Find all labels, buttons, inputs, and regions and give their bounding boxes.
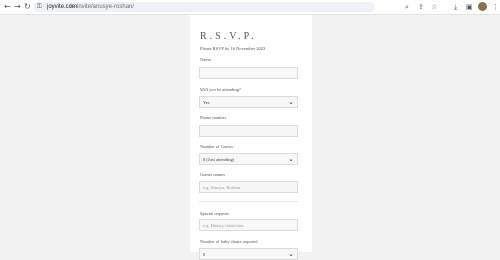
download-icon[interactable]: ⤓ (454, 2, 457, 12)
arrow-right-icon[interactable]: → (14, 2, 21, 12)
page-content: R.S.V.P. Please RSVP by 16 November 2023… (0, 15, 500, 260)
attending-select[interactable]: Yes ⌄ (199, 96, 298, 108)
special-requests-input[interactable]: e.g. Dietary restriction (199, 219, 298, 231)
name-label: Name (200, 57, 211, 62)
star-icon[interactable]: ☆ (431, 2, 437, 12)
special-requests-placeholder: e.g. Dietary restriction (203, 223, 244, 228)
guests-count-label: Number of Guests : (200, 144, 236, 149)
baby-chairs-value: 0 (203, 252, 206, 257)
rsvp-deadline: Please RSVP by 16 November 2023 (200, 46, 266, 51)
lock-icon[interactable]: ⚿ (37, 3, 42, 11)
guests-count-select[interactable]: 0 (Just attending) ⌄ (199, 153, 298, 165)
search-icon[interactable]: ⌕ (405, 2, 409, 12)
guest-names-label: Guests names (200, 172, 225, 177)
reload-icon[interactable]: ↻ (24, 2, 31, 12)
chevron-down-icon: ⌄ (288, 250, 294, 258)
sidebar-icon[interactable]: ▣ (466, 2, 473, 12)
phone-label: Phone number (200, 115, 227, 120)
attending-label: Will you be attending? (200, 87, 241, 92)
phone-input[interactable] (199, 125, 298, 137)
rsvp-title: R.S.V.P. (200, 31, 257, 42)
guest-names-input[interactable]: e.g. Anusya, Roshan (199, 181, 298, 193)
special-requests-label: Special requests (200, 211, 230, 216)
attending-value: Yes (203, 100, 210, 105)
kebab-menu-icon[interactable]: ⋮ (492, 2, 499, 12)
guests-count-value: 0 (Just attending) (203, 157, 235, 162)
avatar-icon[interactable] (478, 2, 487, 11)
chevron-down-icon: ⌄ (288, 155, 294, 163)
section-divider (199, 201, 298, 202)
baby-chairs-select[interactable]: 0 ⌄ (199, 248, 298, 260)
guest-names-placeholder: e.g. Anusya, Roshan (203, 185, 240, 190)
browser-toolbar: ← → ↻ ⚿ joyvite.com /e-invite/anusye-ros… (0, 0, 500, 15)
name-input[interactable] (199, 67, 298, 79)
address-bar[interactable]: ⚿ joyvite.com /e-invite/anusye-roshan/ (33, 2, 375, 12)
share-icon[interactable]: ⇪ (418, 2, 424, 12)
baby-chairs-label: Number of baby chairs required (200, 239, 258, 244)
arrow-left-icon[interactable]: ← (4, 2, 11, 12)
chevron-down-icon: ⌄ (288, 98, 294, 106)
url-path: /e-invite/anusye-roshan/ (70, 4, 135, 10)
